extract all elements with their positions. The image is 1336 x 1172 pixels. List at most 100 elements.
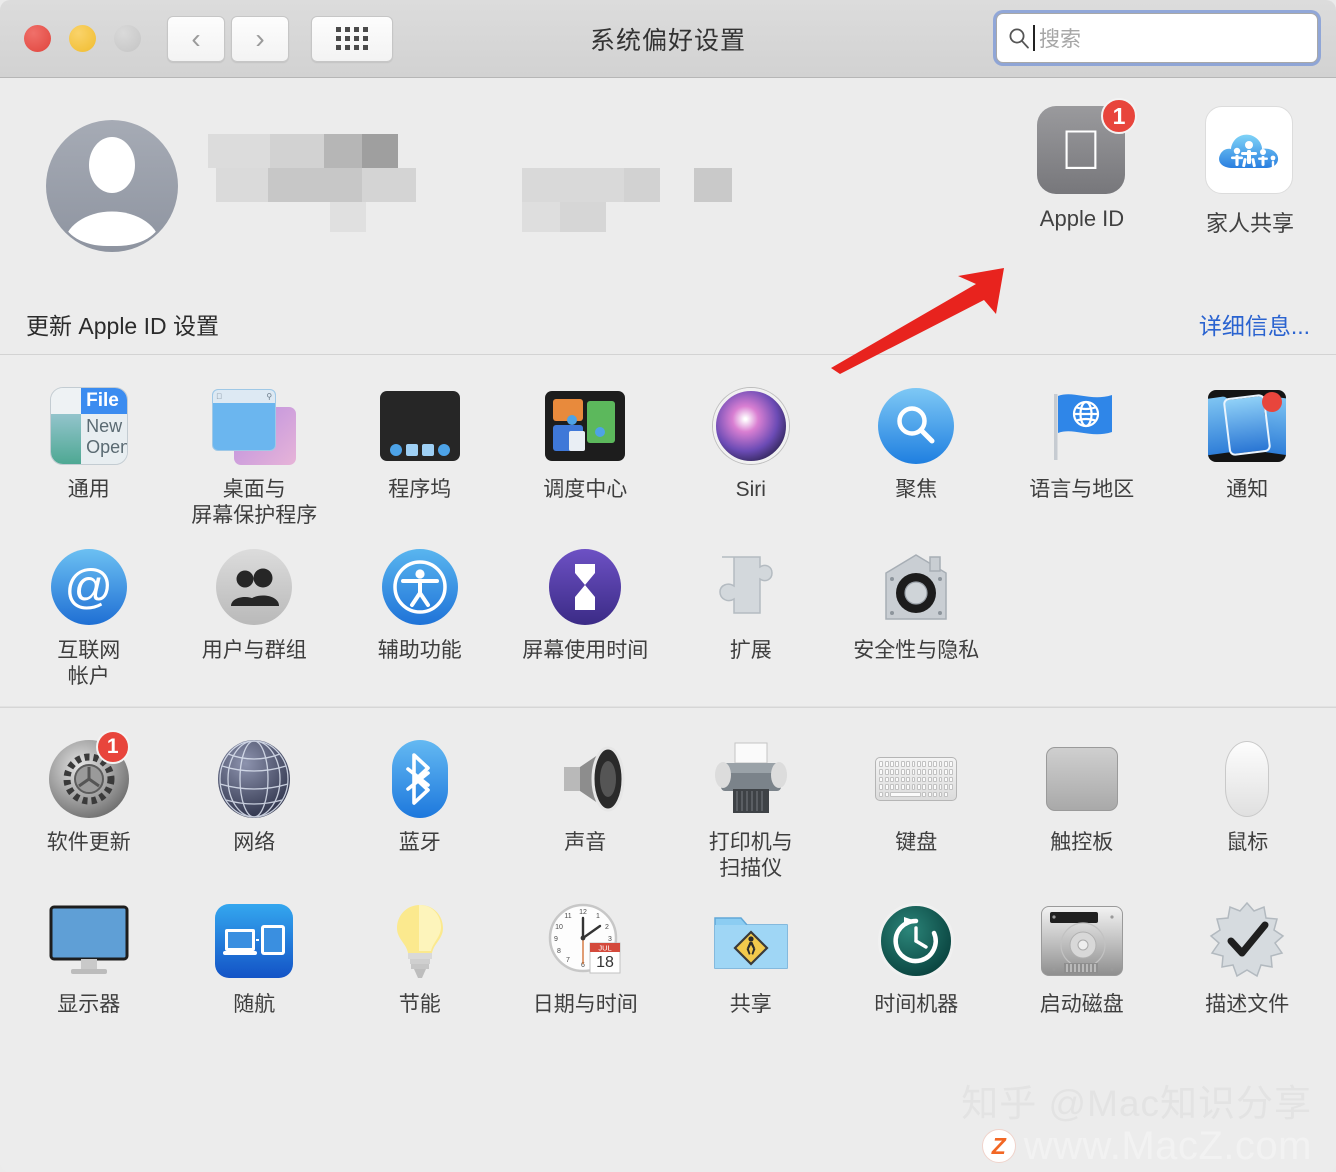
sound-speaker-icon <box>542 736 628 822</box>
pref-item-displays[interactable]: 显示器 <box>6 888 172 1024</box>
traffic-lights <box>24 25 141 52</box>
watermark-url: www.MacZ.com <box>1023 1124 1312 1168</box>
pref-item-label: 通知 <box>1226 478 1269 501</box>
pref-item-sidecar[interactable]: 随航 <box>172 888 338 1024</box>
pref-item-family-sharing[interactable]: 家人共享 <box>1190 106 1310 238</box>
update-banner-text: 更新 Apple ID 设置 <box>26 312 219 339</box>
svg-text:8: 8 <box>557 948 561 955</box>
startup-disk-icon <box>1039 898 1125 984</box>
spotlight-icon <box>873 383 959 469</box>
pref-item-label: 日期与时间 <box>532 992 638 1016</box>
pref-item-label: 安全性与隐私 <box>853 639 980 663</box>
pref-item-time-machine[interactable]: 时间机器 <box>834 888 1000 1024</box>
pref-item-spotlight[interactable]: 聚焦 <box>834 373 1000 534</box>
pref-item-printers-scanners[interactable]: 打印机与 扫描仪 <box>668 726 834 887</box>
pref-item-keyboard[interactable]: 键盘 <box>834 726 1000 887</box>
watermark-text: 知乎 @Mac知识分享 <box>961 1083 1312 1124</box>
pref-item-label: 声音 <box>564 831 607 855</box>
svg-text:9: 9 <box>554 936 558 943</box>
printers-scanners-icon <box>708 736 794 822</box>
general-icon-line2: Open <box>86 436 127 457</box>
mission-control-icon <box>542 383 628 469</box>
pref-item-sound[interactable]: 声音 <box>503 726 669 887</box>
pref-item-notifications[interactable]: 通知 <box>1165 373 1331 534</box>
section-hardware: 1 软件更新 网络 蓝牙 声音 打印机与 扫描仪 键盘 触控板 鼠标 显示器 随… <box>0 708 1336 1035</box>
pref-item-label: 家人共享 <box>1205 211 1294 236</box>
language-region-flag-icon <box>1039 383 1125 469</box>
pref-item-label: 屏幕使用时间 <box>522 639 649 663</box>
pref-item-users-groups[interactable]: 用户与群组 <box>172 534 338 695</box>
pref-item-label: 程序坞 <box>388 478 452 501</box>
pref-item-label: 随航 <box>233 992 276 1016</box>
pref-item-dock[interactable]: 程序坞 <box>337 373 503 534</box>
pref-item-apple-id[interactable]:  1 Apple ID <box>1022 98 1142 238</box>
preference-panes: File NewOpen 通用 ⚲ 桌面与屏幕保护程序 <box>0 355 1336 1036</box>
pref-item-extensions[interactable]: 扩展 <box>668 534 834 695</box>
pref-item-label: Apple ID <box>1039 206 1125 231</box>
text-caret <box>1033 25 1035 51</box>
date-icon-day: 18 <box>596 954 614 971</box>
pref-item-trackpad[interactable]: 触控板 <box>999 726 1165 887</box>
pref-item-energy-saver[interactable]: 节能 <box>337 888 503 1024</box>
zoom-button[interactable] <box>114 25 141 52</box>
pref-item-date-time[interactable]: 1212 345 678 91011 <box>503 888 669 1024</box>
pref-item-mouse[interactable]: 鼠标 <box>1165 726 1331 887</box>
apple-id-icon-wrap:  1 <box>1037 98 1137 196</box>
account-banner:  1 Apple ID <box>0 78 1336 374</box>
svg-text:3: 3 <box>608 936 612 943</box>
pref-item-language-region[interactable]: 语言与地区 <box>999 373 1165 534</box>
pref-item-software-update[interactable]: 1 软件更新 <box>6 726 172 887</box>
pref-item-mission-control[interactable]: 调度中心 <box>503 373 669 534</box>
pref-item-label: 蓝牙 <box>398 831 441 855</box>
pref-item-profiles[interactable]: 描述文件 <box>1165 888 1331 1024</box>
pref-item-label: 辅助功能 <box>377 639 462 663</box>
pref-item-label: 聚焦 <box>895 478 938 501</box>
dock-icon <box>377 383 463 469</box>
pref-item-internet-accounts[interactable]: @ 互联网 帐户 <box>6 534 172 695</box>
show-all-button[interactable] <box>311 15 393 62</box>
pref-item-startup-disk[interactable]: 启动磁盘 <box>999 888 1165 1024</box>
pref-item-label: 显示器 <box>57 992 121 1016</box>
date-time-clock-icon: 1212 345 678 91011 <box>542 898 628 984</box>
forward-button[interactable]: › <box>231 15 289 62</box>
general-icon-menu-text: File <box>81 388 127 414</box>
pref-item-network[interactable]: 网络 <box>172 726 338 887</box>
avatar-body <box>64 211 160 246</box>
pref-item-label: 触控板 <box>1050 831 1114 855</box>
pref-item-general[interactable]: File New Open 通用 <box>6 373 172 534</box>
window-titlebar: ‹ › 系统偏好设置 搜索 <box>0 0 1336 78</box>
details-link[interactable]: 详细信息... <box>1199 307 1310 341</box>
grid-icon <box>336 27 368 50</box>
avatar[interactable] <box>46 119 178 252</box>
search-field[interactable]: 搜索 <box>996 13 1318 63</box>
displays-icon <box>46 898 132 984</box>
desktop-screensaver-icon: ⚲ <box>211 383 297 469</box>
account-tiles:  1 Apple ID <box>1022 98 1310 238</box>
pref-item-screen-time[interactable]: 屏幕使用时间 <box>503 534 669 695</box>
pref-item-sharing[interactable]: 共享 <box>668 888 834 1024</box>
svg-text:10: 10 <box>555 924 563 931</box>
pref-item-siri[interactable]: Siri <box>668 373 834 534</box>
close-button[interactable] <box>24 25 51 52</box>
pref-item-label: 鼠标 <box>1226 831 1269 855</box>
pref-item-label: 通用 <box>67 478 110 501</box>
search-icon <box>1009 28 1029 49</box>
energy-saver-bulb-icon <box>377 898 463 984</box>
family-sharing-cloud-icon <box>1205 106 1293 194</box>
family-sharing-icon-wrap <box>1205 106 1295 196</box>
pref-item-bluetooth[interactable]: 蓝牙 <box>337 726 503 887</box>
minimize-button[interactable] <box>69 25 96 52</box>
pref-item-security-privacy[interactable]: 安全性与隐私 <box>834 534 1000 695</box>
pref-item-desktop-screensaver[interactable]: ⚲ 桌面与屏幕保护程序 <box>172 373 338 534</box>
chevron-right-icon: › <box>255 22 265 54</box>
pref-item-label: Siri <box>735 478 766 501</box>
pref-item-label: 桌面与 屏幕保护程序 <box>191 478 318 527</box>
back-button[interactable]: ‹ <box>167 15 225 62</box>
zhihu-logo-icon: Z <box>981 1129 1016 1163</box>
pref-item-label: 语言与地区 <box>1029 478 1135 501</box>
profiles-check-icon <box>1204 898 1290 984</box>
general-icon-line1: New <box>86 415 123 436</box>
pref-item-accessibility[interactable]: 辅助功能 <box>337 534 503 695</box>
pref-item-label: 时间机器 <box>874 992 959 1016</box>
preferences-grid: 1 软件更新 网络 蓝牙 声音 打印机与 扫描仪 键盘 触控板 鼠标 显示器 随… <box>6 726 1330 1023</box>
